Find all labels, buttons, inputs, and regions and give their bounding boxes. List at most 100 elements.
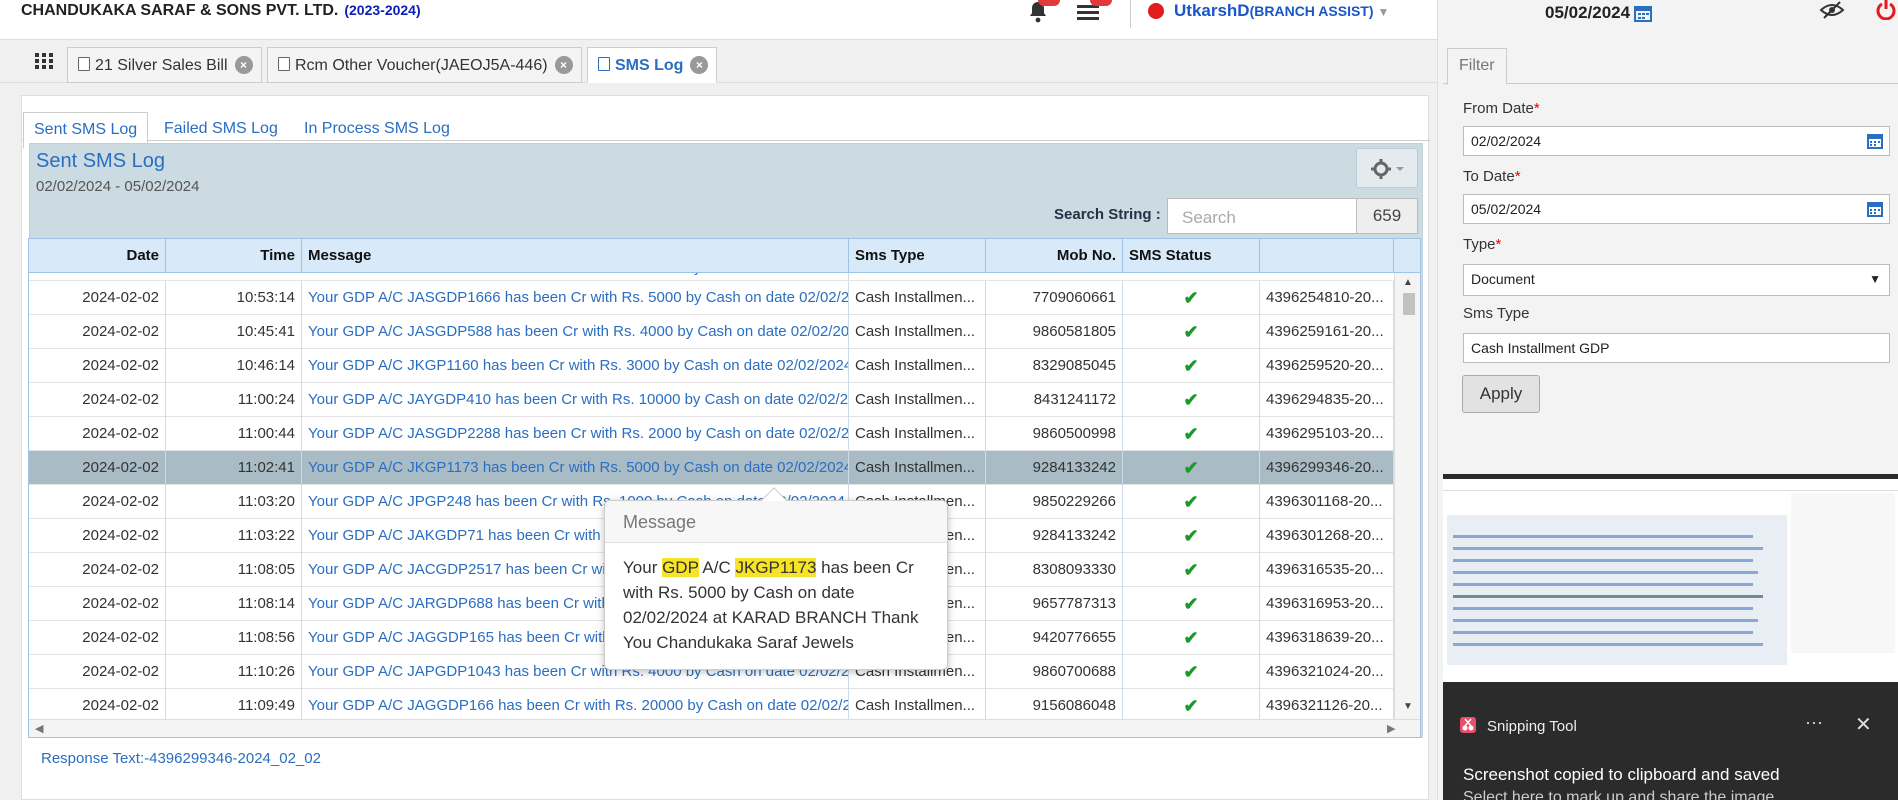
- row-mob-no: 9420776655: [986, 621, 1123, 655]
- preview-header: [1443, 479, 1898, 491]
- tab-silver-sales-bill[interactable]: 21 Silver Sales Bill ×: [67, 47, 262, 83]
- power-icon[interactable]: [1876, 0, 1896, 21]
- tab-filter[interactable]: Filter: [1447, 48, 1507, 85]
- row-date: 2024-02-02: [29, 689, 166, 723]
- row-message[interactable]: Your GDP A/C JAGGDP166 has been Cr with …: [302, 689, 849, 723]
- col-sms-type[interactable]: Sms Type: [849, 239, 986, 273]
- type-select[interactable]: Document ▼: [1463, 264, 1890, 296]
- row-time: 10:45:41: [166, 315, 302, 349]
- highlight-text: JKGP1173: [735, 558, 817, 577]
- sms-log-tabs: Sent SMS Log Failed SMS Log In Process S…: [22, 104, 1430, 149]
- row-message[interactable]: Your GDP A/C JASGDP1666 has been Cr with…: [302, 281, 849, 315]
- settings-button[interactable]: [1356, 148, 1418, 188]
- table-row[interactable]: 2024-02-02 10:46:14 Your GDP A/C JKGP1160 …: [29, 349, 1394, 383]
- scroll-thumb[interactable]: [1403, 293, 1415, 315]
- label-text: To Date: [1463, 168, 1515, 185]
- row-message[interactable]: Your GDP A/C JASGDP2288 has been Cr with…: [302, 417, 849, 451]
- table-row[interactable]: 2024-02-02 11:00:24 Your GDP A/C JAYGDP410…: [29, 383, 1394, 417]
- close-icon[interactable]: ✕: [1855, 712, 1872, 737]
- task-list-icon[interactable]: [1076, 0, 1112, 24]
- more-options-icon[interactable]: ···: [1805, 712, 1823, 733]
- calendar-icon[interactable]: [1867, 133, 1883, 149]
- label-text: From Date: [1463, 100, 1534, 117]
- field-value: 02/02/2024: [1471, 133, 1542, 149]
- to-date-field[interactable]: 05/02/2024: [1463, 194, 1890, 224]
- tab-sms-log[interactable]: SMS Log ×: [587, 47, 718, 83]
- from-date-field[interactable]: 02/02/2024: [1463, 126, 1890, 156]
- type-label: Type*: [1463, 236, 1502, 253]
- screenshot-preview[interactable]: [1443, 474, 1898, 684]
- row-message[interactable]: Your GDP A/C JKGP1173 has been Cr with R…: [302, 451, 849, 485]
- success-check-icon: ✔: [1123, 451, 1260, 485]
- search-input[interactable]: Search: [1167, 198, 1357, 234]
- user-menu[interactable]: UtkarshD(BRANCH ASSIST) ▼: [1174, 1, 1389, 21]
- row-message[interactable]: Your GDP A/C JASGDP588 has been Cr with …: [302, 315, 849, 349]
- current-date: 05/02/2024: [1545, 3, 1631, 22]
- eye-slash-icon[interactable]: [1819, 0, 1845, 20]
- sms-type-field[interactable]: Cash Installment GDP: [1463, 333, 1890, 363]
- row-sms-type: Cash Installmen...: [849, 689, 986, 723]
- record-count: 659: [1356, 198, 1418, 234]
- row-sms-type: Cash Installmen...: [849, 417, 986, 451]
- row-message: Your GDP A/C JASGDP1661 has been Cr with…: [302, 273, 849, 280]
- row-message[interactable]: Your GDP A/C JAYGDP410 has been Cr with …: [302, 383, 849, 417]
- table-row[interactable]: 2024-02-02 11:02:41 Your GDP A/C JKGP1173 …: [29, 451, 1394, 485]
- company-name: CHANDUKAKA SARAF & SONS PVT. LTD. (2023-2…: [21, 2, 421, 20]
- row-mob-no: 9657787313: [986, 587, 1123, 621]
- document-icon: [278, 57, 290, 71]
- notification-bell-icon[interactable]: [1026, 0, 1060, 26]
- table-row[interactable]: 2024-02-02 10:53:14 Your GDP A/C JASGDP166…: [29, 281, 1394, 315]
- row-response-id: 4396299346-20...: [1260, 451, 1394, 485]
- tooltip-title: Message: [605, 501, 947, 543]
- scroll-up-icon[interactable]: ▲: [1403, 277, 1413, 288]
- success-check-icon: ✔: [1123, 553, 1260, 587]
- close-tab-icon[interactable]: ×: [554, 56, 573, 74]
- chevron-down-icon: ▼: [1377, 5, 1390, 19]
- scroll-right-icon[interactable]: ▶: [1387, 722, 1395, 735]
- row-date: 2024-02-02: [29, 519, 166, 553]
- tab-label: Rcm Other Voucher(JAEOJ5A-446): [295, 57, 548, 74]
- user-name: UtkarshD: [1174, 1, 1250, 20]
- snipping-tool-notification[interactable]: Snipping Tool ··· ✕ Screenshot copied to…: [1443, 682, 1898, 800]
- row-response-id: 4396316535-20...: [1260, 553, 1394, 587]
- col-response[interactable]: [1260, 239, 1394, 273]
- search-label: Search String :: [1054, 206, 1161, 223]
- scroll-down-icon[interactable]: ▼: [1403, 701, 1413, 712]
- success-check-icon: ✔: [1123, 689, 1260, 723]
- tab-failed-sms-log[interactable]: Failed SMS Log: [154, 112, 288, 146]
- user-role: (BRANCH ASSIST): [1249, 3, 1374, 19]
- row-sms-type: Cash Installmen...: [849, 315, 986, 349]
- calendar-icon[interactable]: [1867, 201, 1883, 217]
- col-date[interactable]: Date: [29, 239, 166, 273]
- col-message[interactable]: Message: [302, 239, 849, 273]
- date-range: 02/02/2024 - 05/02/2024: [36, 178, 200, 195]
- tab-rcm-other-voucher[interactable]: Rcm Other Voucher(JAEOJ5A-446) ×: [267, 47, 582, 83]
- col-sms-status[interactable]: SMS Status: [1123, 239, 1260, 273]
- tooltip-message: Your GDP A/C JKGP1173 has been Cr with R…: [623, 555, 939, 655]
- apply-button[interactable]: Apply: [1462, 375, 1540, 413]
- row-date: 2024-02-02: [29, 417, 166, 451]
- row-date: 2024-02-02: [29, 485, 166, 519]
- row-response-id: 4396318639-20...: [1260, 621, 1394, 655]
- row-message[interactable]: Your GDP A/C JKGP1160 has been Cr with R…: [302, 349, 849, 383]
- row-response-id: 4396259520-20...: [1260, 349, 1394, 383]
- tab-label: SMS Log: [615, 57, 684, 74]
- field-value: 05/02/2024: [1471, 201, 1542, 217]
- financial-year[interactable]: (2023-2024): [344, 2, 420, 18]
- table-row[interactable]: 2024-02-02 11:00:44 Your GDP A/C JASGDP228…: [29, 417, 1394, 451]
- table-row[interactable]: 2024-02-02 10:45:41 Your GDP A/C JASGDP588…: [29, 315, 1394, 349]
- col-time[interactable]: Time: [166, 239, 302, 273]
- scroll-left-icon[interactable]: ◀: [35, 722, 43, 735]
- vertical-scrollbar[interactable]: ▲ ▼: [1394, 273, 1420, 719]
- row-mob-no: 9850229266: [986, 485, 1123, 519]
- table-row[interactable]: 2024-02-02 11:09:49 Your GDP A/C JAGGDP166…: [29, 689, 1394, 723]
- calendar-icon[interactable]: [1634, 4, 1652, 22]
- col-mob-no[interactable]: Mob No.: [986, 239, 1123, 273]
- row-response-id: 4396294835-20...: [1260, 383, 1394, 417]
- tab-in-process-sms-log[interactable]: In Process SMS Log: [294, 112, 460, 146]
- close-tab-icon[interactable]: ×: [234, 56, 253, 74]
- horizontal-scrollbar[interactable]: ◀ ▶: [29, 719, 1420, 737]
- apps-grid-icon[interactable]: [35, 53, 53, 69]
- close-tab-icon[interactable]: ×: [690, 56, 709, 74]
- row-time: 10:46:14: [166, 349, 302, 383]
